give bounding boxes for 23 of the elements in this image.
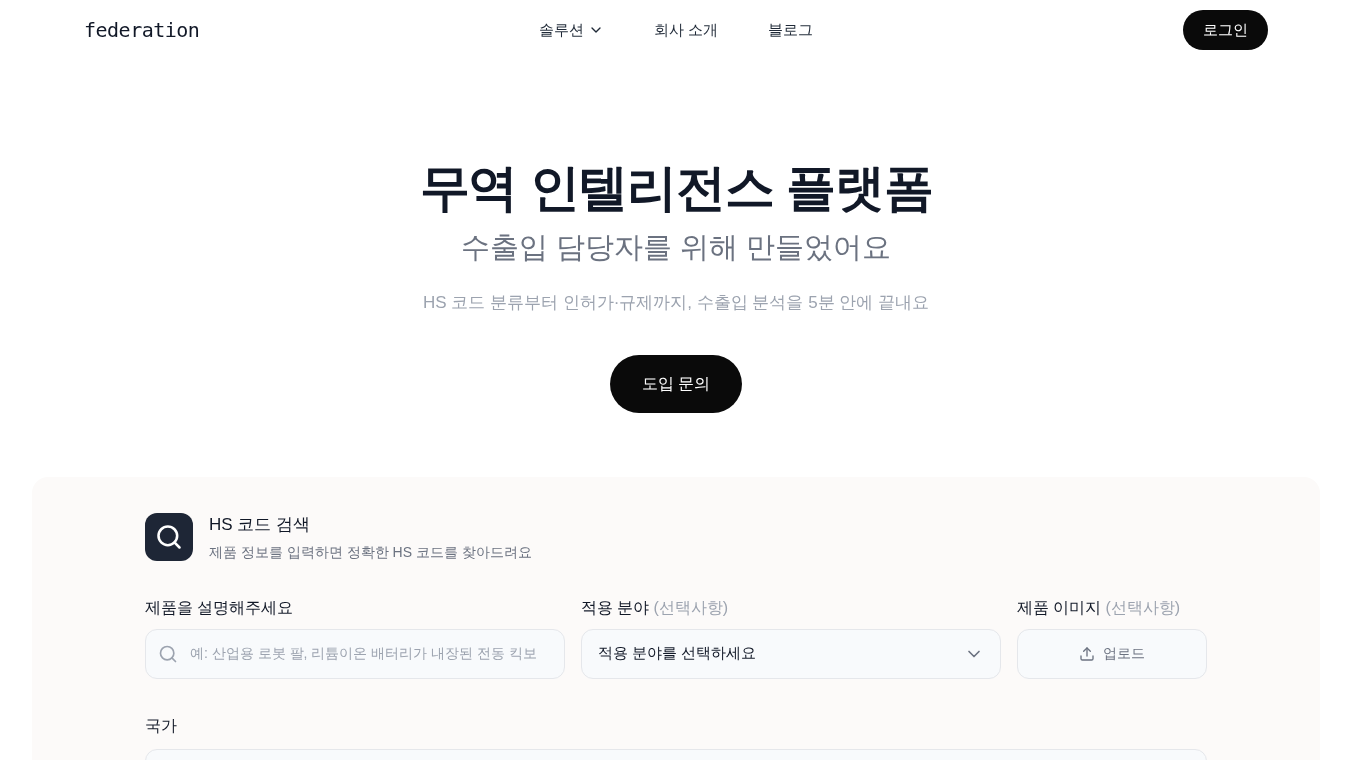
field-label: 제품을 설명해주세요 (145, 597, 294, 618)
hero-description: HS 코드 분류부터 인허가·규제까지, 수출입 분석을 5분 안에 끝내요 (422, 291, 930, 314)
nav-link[interactable]: 솔루션 (538, 18, 604, 42)
optional-note: (선택사항) (1105, 597, 1181, 618)
card-title: HS 코드 검색 (209, 514, 312, 536)
contact-button[interactable]: 도입 문의 (609, 355, 743, 413)
placeholder-text: 예: 산업용 로봇 팔, 리튬이온 배터리가 내장된 전동 킥보 (190, 644, 537, 663)
nav-link[interactable]: 블로그 (768, 18, 814, 42)
upload-button[interactable]: 업로드 (1017, 628, 1207, 679)
optional-note: (선택사항) (653, 597, 729, 618)
nav-link[interactable]: 회사 소개 (653, 18, 719, 42)
field-label: 제품 이미지 (1017, 597, 1102, 618)
hero-title: 무역 인텔리전스 플랫폼 (419, 159, 933, 218)
login-button[interactable]: 로그인 (1183, 10, 1268, 50)
card-description: 제품 정보를 입력하면 정확한 HS 코드를 찾아드려요 (209, 542, 532, 562)
hero-subtitle: 수출입 담당자를 위해 만들었어요 (460, 230, 892, 265)
field-label: 적용 분야 (581, 597, 650, 618)
search-icon (158, 643, 178, 664)
field-select[interactable]: 적용 분야를 선택하세요 (581, 628, 1001, 679)
field-label: 국가 (145, 715, 178, 736)
logo[interactable]: federation (84, 15, 284, 45)
search-icon (145, 513, 193, 562)
upload-icon (1079, 645, 1095, 662)
